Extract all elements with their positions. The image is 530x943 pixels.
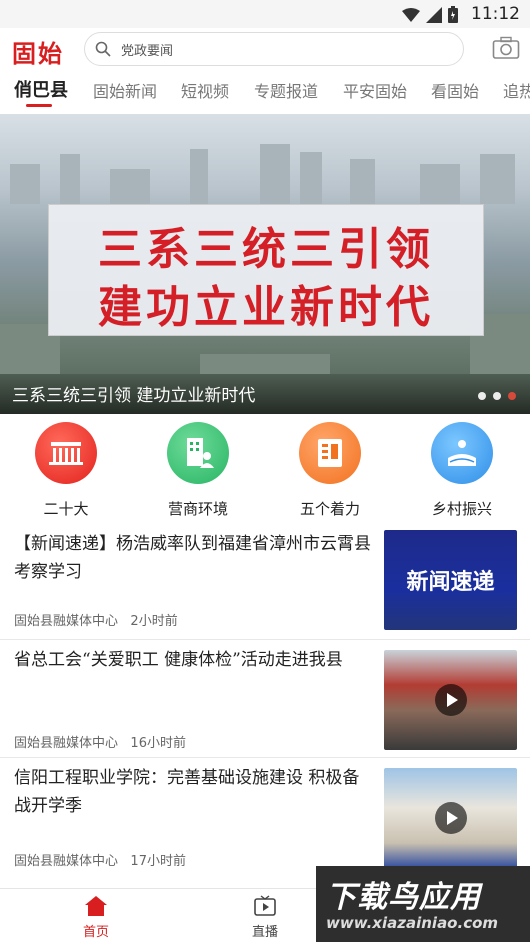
carousel-dot[interactable]: [478, 392, 486, 400]
news-item[interactable]: 【新闻速递】杨浩威率队到福建省漳州市云霄县考察学习 固始县融媒体中心 2小时前 …: [0, 524, 530, 640]
farmland-sun-icon: [431, 422, 493, 484]
wifi-icon: [402, 7, 420, 22]
status-bar: 11:12: [0, 0, 530, 28]
banner-carousel[interactable]: 三系三统三引领 建功立业新时代 三系三统三引领 建功立业新时代: [0, 114, 530, 414]
shortcut-label: 乡村振兴: [431, 500, 492, 518]
news-title: 信阳工程职业学院：完善基础设施建设 积极备战开学季: [14, 768, 360, 816]
battery-icon: [448, 6, 458, 23]
tab-more[interactable]: 追热: [503, 78, 530, 102]
tab-look-gushi[interactable]: 看固始: [431, 78, 479, 102]
shortcut-label: 二十大: [43, 500, 89, 518]
shortcut-rural-revitalization[interactable]: 乡村振兴: [402, 422, 522, 519]
tv-play-icon: [254, 895, 276, 916]
status-time: 11:12: [471, 4, 520, 24]
watermark-title: 下载鸟应用: [326, 880, 481, 915]
news-meta: 固始县融媒体中心 16小时前: [14, 732, 186, 751]
news-title: 【新闻速递】杨浩威率队到福建省漳州市云霄县考察学习: [14, 534, 371, 582]
nav-label: 直播: [251, 925, 278, 940]
shortcut-label: 营商环境: [167, 500, 228, 518]
carousel-dots: [478, 392, 516, 400]
active-tab-indicator: [26, 104, 52, 107]
banner-slogan-line1: 三系三统三引领: [98, 224, 434, 275]
hall-icon: [35, 422, 97, 484]
shortcut-five-focus[interactable]: 五个着力: [270, 422, 390, 519]
news-video-thumbnail[interactable]: [384, 768, 517, 868]
shortcut-grid: 二十大 营商环境 五个着力 乡村振兴: [0, 414, 530, 524]
news-meta: 固始县融媒体中心 2小时前: [14, 610, 178, 629]
nav-live[interactable]: 直播: [225, 895, 305, 940]
shortcut-label: 五个着力: [299, 500, 360, 518]
search-icon: [95, 41, 111, 57]
channel-tabs: 俏巴县 固始新闻 短视频 专题报道 平安固始 看固始 追热: [0, 70, 530, 114]
news-video-thumbnail[interactable]: [384, 650, 517, 750]
news-time: 17小时前: [130, 854, 186, 869]
news-time: 16小时前: [130, 736, 186, 751]
nav-label: 首页: [82, 925, 109, 940]
news-source: 固始县融媒体中心: [14, 854, 119, 869]
news-time: 2小时前: [130, 614, 178, 629]
watermark-url: www.xiazainiao.com: [326, 914, 499, 932]
document-icon: [299, 422, 361, 484]
banner-caption: 三系三统三引领 建功立业新时代: [12, 386, 256, 406]
shortcut-business-environment[interactable]: 营商环境: [138, 422, 258, 519]
signal-icon: [426, 6, 442, 23]
play-icon[interactable]: [434, 802, 467, 834]
news-meta: 固始县融媒体中心 17小时前: [14, 850, 186, 869]
app-logo: 固始: [12, 39, 64, 68]
banner-slogan-board: 三系三统三引领 建功立业新时代: [48, 204, 484, 336]
search-placeholder: 党政要闻: [121, 44, 174, 59]
shortcut-twentieth-congress[interactable]: 二十大: [6, 422, 126, 519]
tab-short-video[interactable]: 短视频: [181, 78, 229, 102]
nav-home[interactable]: 首页: [56, 895, 136, 940]
thumbnail-text: 新闻速递: [406, 570, 495, 595]
news-source: 固始县融媒体中心: [14, 736, 119, 751]
carousel-dot[interactable]: [493, 392, 501, 400]
play-icon[interactable]: [434, 684, 467, 716]
news-title: 省总工会“关爱职工 健康体检”活动走进我县: [14, 650, 343, 670]
search-input[interactable]: 党政要闻: [84, 32, 464, 66]
building-person-icon: [167, 422, 229, 484]
banner-slogan-line2: 建功立业新时代: [98, 282, 434, 333]
news-item[interactable]: 信阳工程职业学院：完善基础设施建设 积极备战开学季 固始县融媒体中心 17小时前: [0, 758, 530, 876]
news-item[interactable]: 省总工会“关爱职工 健康体检”活动走进我县 固始县融媒体中心 16小时前: [0, 640, 530, 758]
status-icons: [402, 6, 458, 23]
camera-icon[interactable]: [492, 36, 520, 60]
watermark: 下载鸟应用 www.xiazainiao.com: [316, 866, 530, 942]
app-header: 固始 党政要闻: [0, 28, 530, 70]
tab-home-county[interactable]: 俏巴县: [14, 76, 68, 102]
tab-gushi-news[interactable]: 固始新闻: [93, 78, 157, 102]
news-thumbnail: 新闻速递: [384, 530, 517, 630]
home-icon: [85, 896, 107, 916]
tab-special-report[interactable]: 专题报道: [254, 78, 318, 102]
carousel-dot-active[interactable]: [508, 392, 516, 400]
tab-safe-gushi[interactable]: 平安固始: [343, 78, 407, 102]
news-source: 固始县融媒体中心: [14, 614, 119, 629]
